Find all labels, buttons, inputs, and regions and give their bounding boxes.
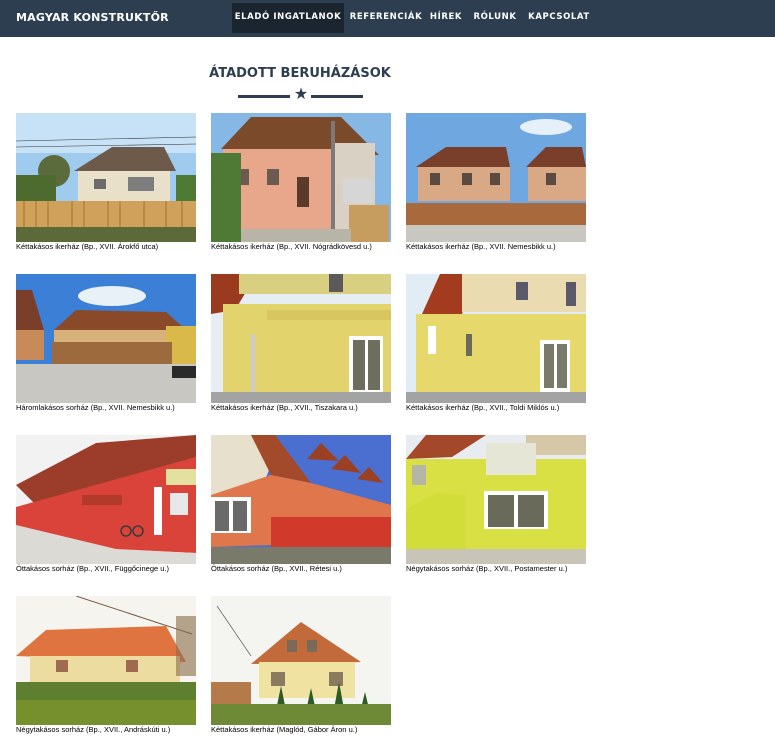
property-photo[interactable] <box>211 113 391 242</box>
nav-item-hirek[interactable]: HÍREK <box>427 3 465 33</box>
star-icon: ★ <box>293 84 309 103</box>
property-photo[interactable] <box>16 113 196 242</box>
nav-item-elado-ingatlanok[interactable]: ELADÓ INGATLANOK <box>232 3 344 33</box>
property-caption: Öttakásos sorház (Bp., XVII., Rétesi u.) <box>211 564 342 573</box>
property-caption: Kéttakásos ikerház (Bp., XVII. Árokfő ut… <box>16 242 159 251</box>
property-caption: Kéttakásos ikerház (Bp., XVII., Tiszakar… <box>211 403 358 412</box>
property-photo[interactable] <box>211 596 391 725</box>
property-caption: Kéttakásos ikerház (Bp., XVII., Toldi Mi… <box>406 403 560 412</box>
property-caption: Kéttakásos ikerház (Bp., XVII. Nemesbikk… <box>406 242 556 251</box>
divider-line-right <box>311 95 363 98</box>
nav-item-rolunk[interactable]: RÓLUNK <box>470 3 520 33</box>
brand-logo[interactable]: MAGYAR KONSTRUKTŐR <box>16 11 169 24</box>
nav-item-referenciak[interactable]: REFERENCIÁK <box>347 3 425 33</box>
property-caption: Kéttakásos ikerház (Maglód, Gábor Áron u… <box>211 725 358 734</box>
property-photo[interactable] <box>16 596 196 725</box>
property-caption: Négytakásos sorház (Bp., XVII., Postames… <box>406 564 568 573</box>
property-photo[interactable] <box>406 113 586 242</box>
property-photo[interactable] <box>406 274 586 403</box>
property-photo[interactable] <box>211 274 391 403</box>
property-photo[interactable] <box>211 435 391 564</box>
property-photo[interactable] <box>406 435 586 564</box>
property-photo[interactable] <box>16 435 196 564</box>
property-caption: Kéttakásos ikerház (Bp., XVII. Nógrádköv… <box>211 242 372 251</box>
property-photo[interactable] <box>16 274 196 403</box>
divider-line-left <box>238 95 290 98</box>
section-title: ÁTADOTT BERUHÁZÁSOK <box>209 66 391 81</box>
nav-item-kapcsolat[interactable]: KAPCSOLAT <box>526 3 592 33</box>
property-caption: Háromlakásos sorház (Bp., XVII. Nemesbik… <box>16 403 175 412</box>
property-caption: Öttakásos sorház (Bp., XVII., Függőcineg… <box>16 564 169 573</box>
property-caption: Négytakásos sorház (Bp., XVII., Andráskú… <box>16 725 171 734</box>
top-navbar: MAGYAR KONSTRUKTŐR ELADÓ INGATLANOK REFE… <box>0 0 775 37</box>
